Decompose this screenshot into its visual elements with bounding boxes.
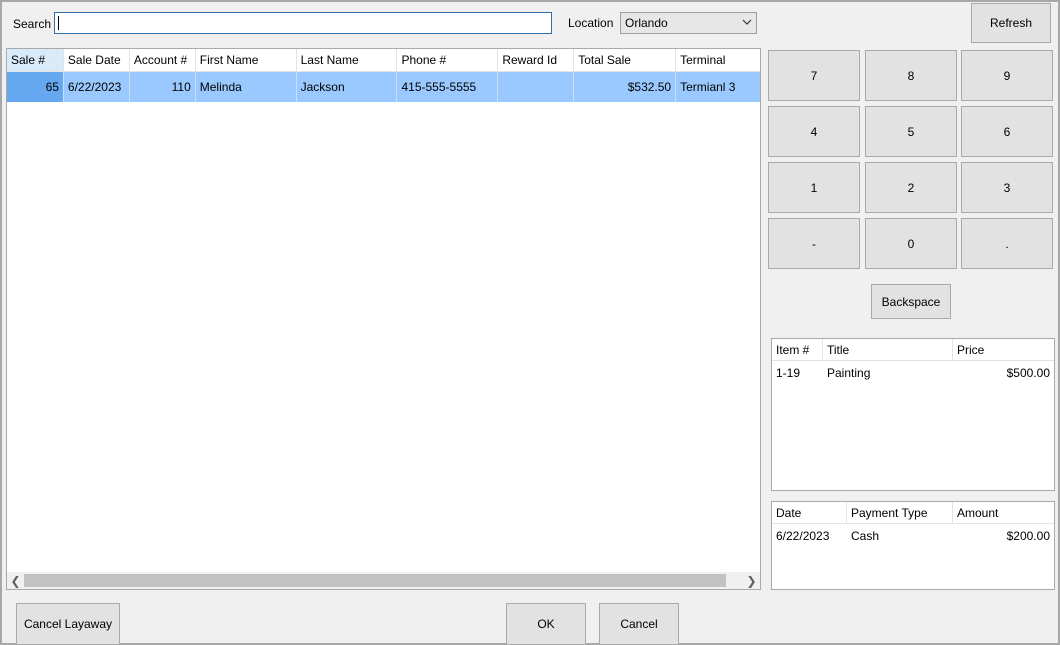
- location-select[interactable]: Orlando: [620, 12, 757, 34]
- horizontal-scrollbar[interactable]: ❮ ❯: [7, 572, 760, 589]
- cell-payment-date: 6/22/2023: [776, 529, 830, 543]
- column-header-phone[interactable]: Phone #: [397, 49, 499, 72]
- search-input[interactable]: [54, 12, 552, 34]
- chevron-down-icon: [742, 16, 752, 30]
- cancel-button[interactable]: Cancel: [599, 603, 679, 645]
- column-header-reward-id[interactable]: Reward Id: [498, 49, 575, 72]
- scroll-left-icon[interactable]: ❮: [7, 572, 24, 589]
- payments-table[interactable]: Date Payment Type Amount 6/22/2023 Cash …: [771, 501, 1055, 590]
- cell-title: Painting: [827, 366, 871, 380]
- keypad-minus-button[interactable]: -: [768, 218, 860, 269]
- column-header-terminal[interactable]: Terminal: [676, 49, 760, 72]
- layaway-window: Search Location Orlando Refresh Sale # S…: [0, 0, 1060, 645]
- column-header-total-sale[interactable]: Total Sale: [574, 49, 677, 72]
- column-header-sale-date[interactable]: Sale Date: [63, 49, 130, 72]
- location-selected-value: Orlando: [625, 16, 668, 30]
- keypad-3-button[interactable]: 3: [961, 162, 1053, 213]
- column-header-title[interactable]: Title: [823, 339, 953, 361]
- column-header-price[interactable]: Price: [953, 339, 1054, 361]
- column-header-item-no[interactable]: Item #: [772, 339, 823, 361]
- refresh-button[interactable]: Refresh: [971, 3, 1051, 43]
- cell-first-name: Melinda: [195, 72, 297, 102]
- cell-payment-amount: $200.00: [1006, 529, 1050, 543]
- cell-total-sale: $532.50: [574, 72, 677, 102]
- cell-account-no: 110: [129, 72, 196, 102]
- items-table[interactable]: Item # Title Price 1-19 Painting $500.00: [771, 338, 1055, 491]
- keypad-dot-button[interactable]: .: [961, 218, 1053, 269]
- keypad-7-button[interactable]: 7: [768, 50, 860, 101]
- cell-terminal: Termianl 3: [676, 72, 760, 102]
- search-label: Search: [13, 17, 52, 31]
- sales-grid-header: Sale # Sale Date Account # First Name La…: [7, 49, 760, 72]
- keypad-0-button[interactable]: 0: [865, 218, 957, 269]
- keypad-1-button[interactable]: 1: [768, 162, 860, 213]
- keypad-8-button[interactable]: 8: [865, 50, 957, 101]
- column-header-first-name[interactable]: First Name: [195, 49, 297, 72]
- column-header-amount[interactable]: Amount: [953, 502, 1054, 524]
- keypad-4-button[interactable]: 4: [768, 106, 860, 157]
- scroll-right-icon[interactable]: ❯: [743, 572, 760, 589]
- cell-phone: 415-555-5555: [397, 72, 499, 102]
- text-caret: [58, 16, 59, 30]
- column-header-payment-type[interactable]: Payment Type: [847, 502, 953, 524]
- cell-item-no: 1-19: [776, 366, 801, 380]
- cell-sale-date: 6/22/2023: [63, 72, 130, 102]
- keypad-9-button[interactable]: 9: [961, 50, 1053, 101]
- cancel-layaway-button[interactable]: Cancel Layaway: [16, 603, 120, 645]
- cell-reward-id: [498, 72, 575, 102]
- keypad-2-button[interactable]: 2: [865, 162, 957, 213]
- cell-price: $500.00: [1006, 366, 1050, 380]
- table-row[interactable]: 65 6/22/2023 110 Melinda Jackson 415-555…: [7, 72, 760, 102]
- column-header-sale-no[interactable]: Sale #: [7, 49, 64, 72]
- ok-button[interactable]: OK: [506, 603, 586, 645]
- column-header-date[interactable]: Date: [772, 502, 847, 524]
- column-header-last-name[interactable]: Last Name: [296, 49, 398, 72]
- keypad-6-button[interactable]: 6: [961, 106, 1053, 157]
- scrollbar-thumb[interactable]: [24, 574, 726, 587]
- column-header-account-no[interactable]: Account #: [129, 49, 196, 72]
- backspace-button[interactable]: Backspace: [871, 284, 951, 319]
- cell-payment-type: Cash: [851, 529, 880, 543]
- keypad-5-button[interactable]: 5: [865, 106, 957, 157]
- cell-sale-no: 65: [7, 72, 64, 102]
- sales-grid[interactable]: Sale # Sale Date Account # First Name La…: [6, 48, 761, 590]
- cell-last-name: Jackson: [296, 72, 398, 102]
- location-label: Location: [568, 16, 614, 30]
